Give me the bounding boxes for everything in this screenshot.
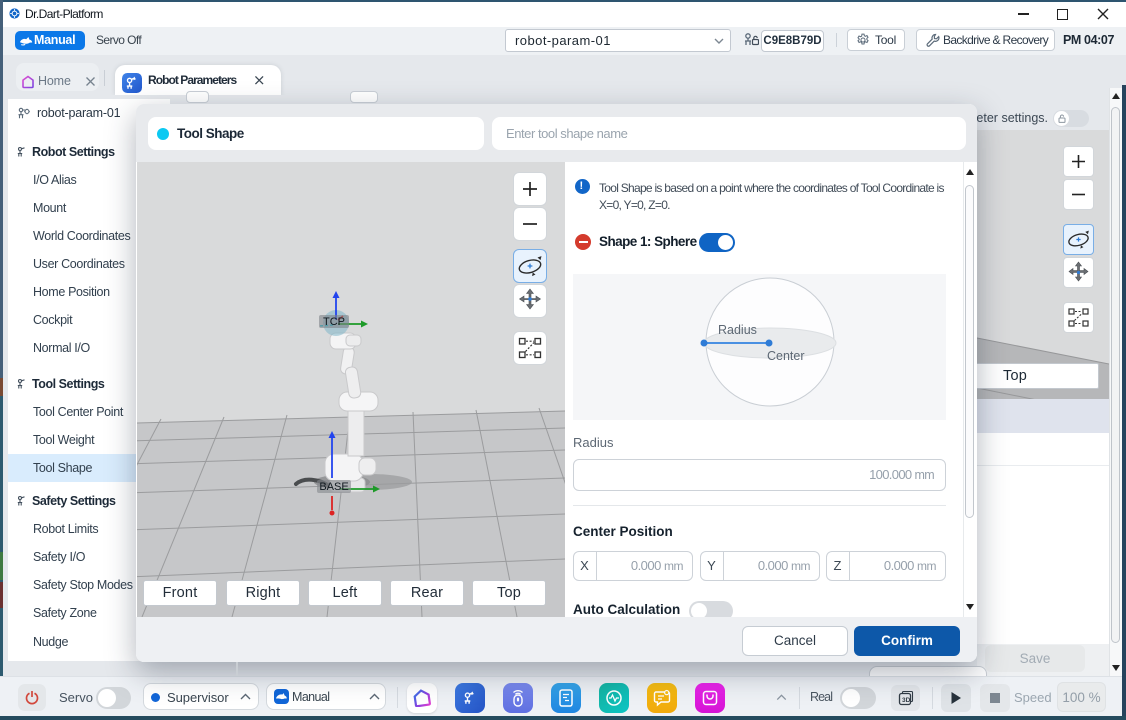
svg-text:Radius: Radius bbox=[718, 323, 757, 337]
svg-text:Center: Center bbox=[767, 349, 805, 363]
svg-text:TCP: TCP bbox=[323, 316, 345, 328]
svg-text:3D: 3D bbox=[902, 697, 911, 704]
svg-text:BASE: BASE bbox=[319, 481, 348, 493]
